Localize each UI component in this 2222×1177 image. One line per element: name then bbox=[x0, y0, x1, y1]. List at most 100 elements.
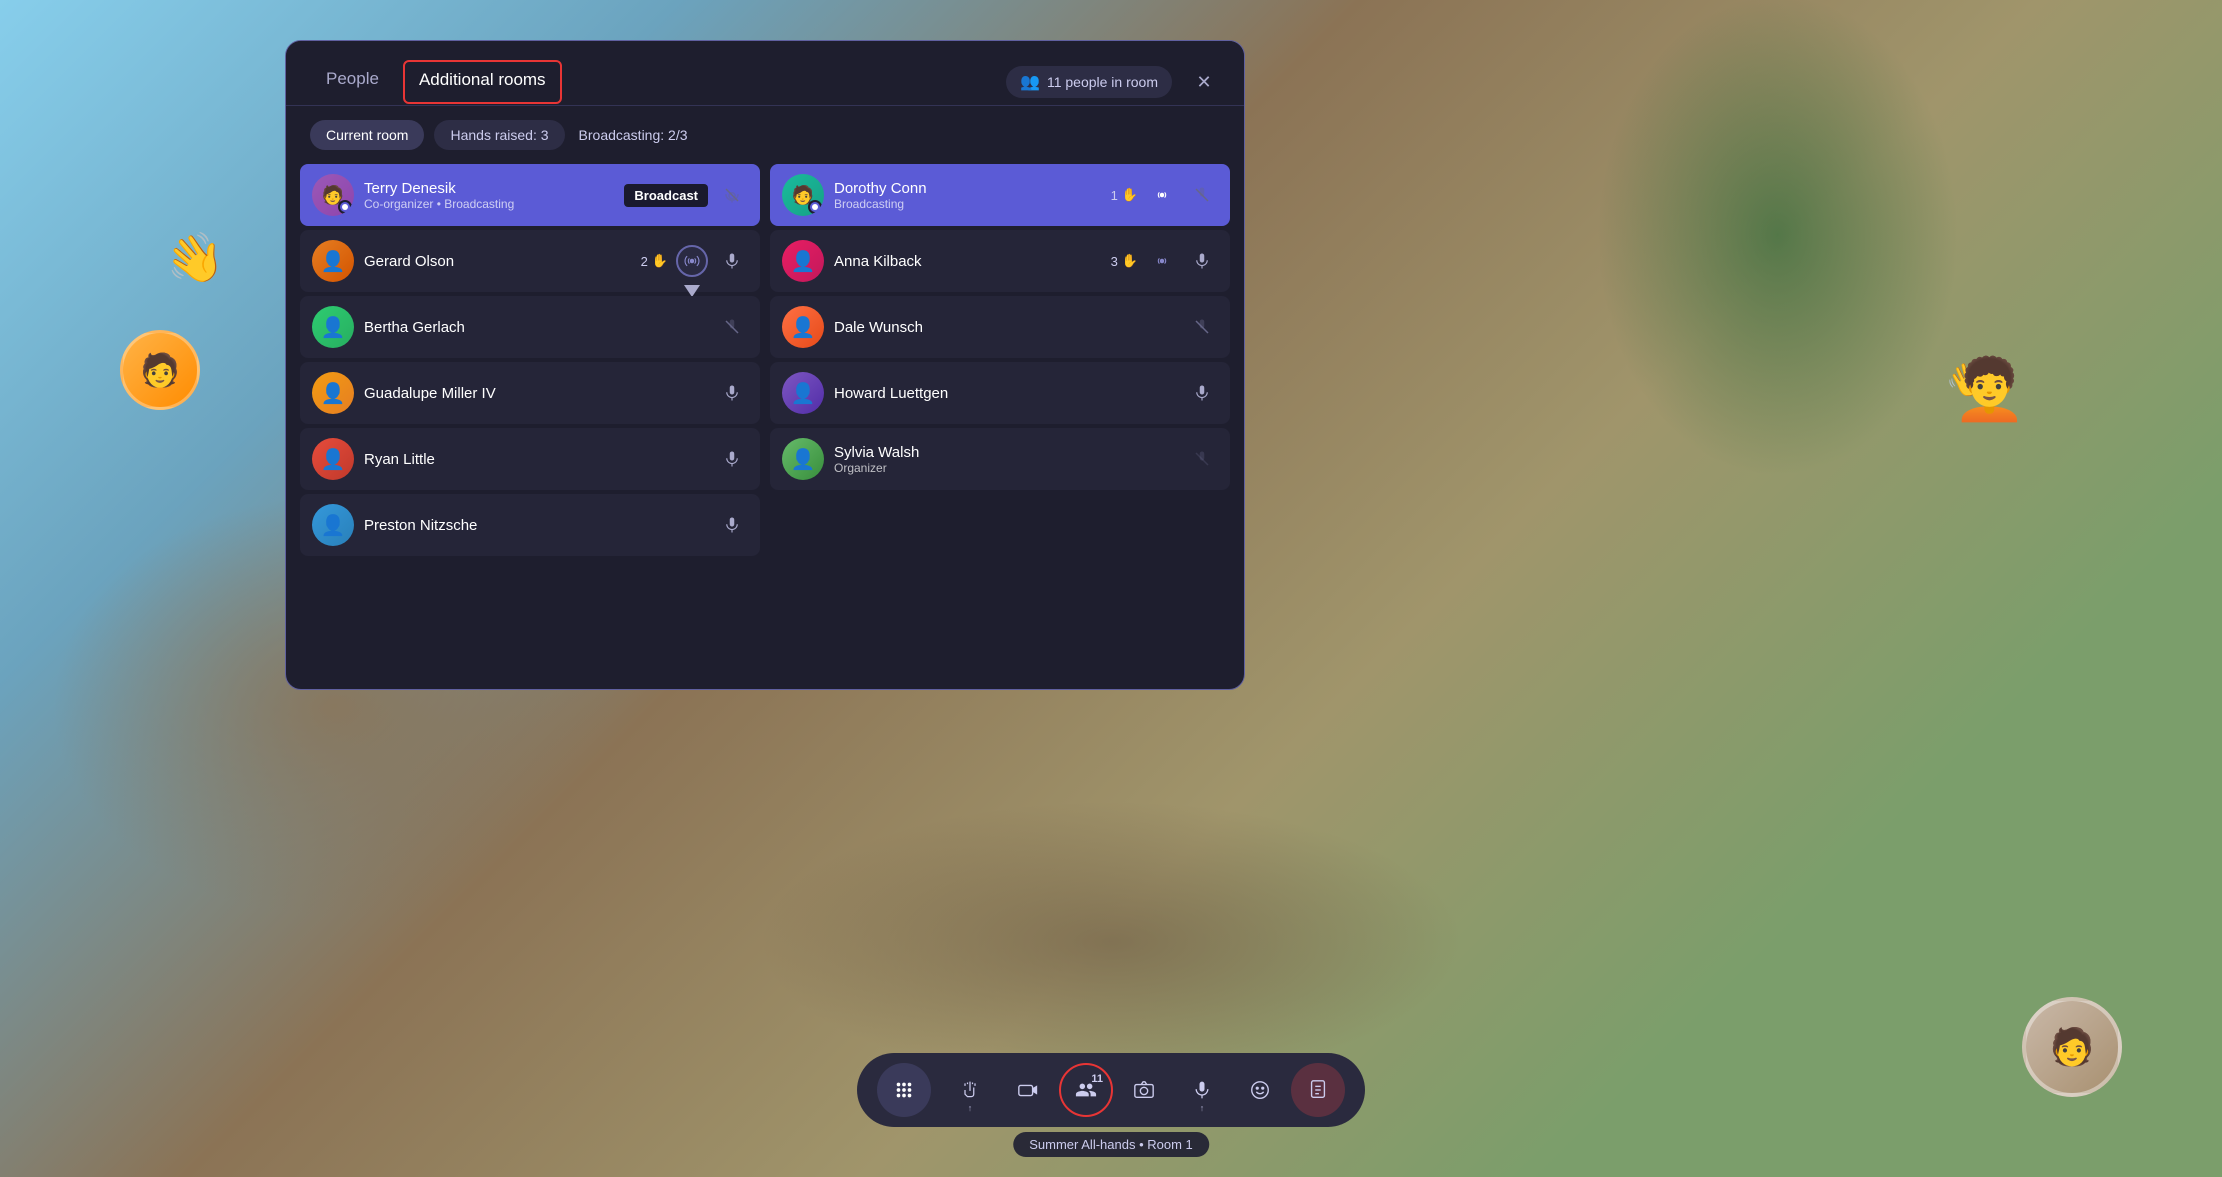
people-button[interactable]: 11 bbox=[1059, 1063, 1113, 1117]
mic-button-howard[interactable] bbox=[1186, 377, 1218, 409]
filter-broadcasting[interactable]: Broadcasting: 2/3 bbox=[575, 120, 692, 150]
mic-button-dale[interactable] bbox=[1186, 311, 1218, 343]
tabs-row: People Additional rooms 👥 11 people in r… bbox=[286, 41, 1244, 106]
camera-button[interactable] bbox=[1001, 1063, 1055, 1117]
avatar-right-figure: 🧑‍🦱 bbox=[1952, 360, 2027, 420]
tab-additional-rooms[interactable]: Additional rooms bbox=[403, 60, 562, 104]
share-button[interactable] bbox=[1291, 1063, 1345, 1117]
mic-button[interactable]: ↑ bbox=[1175, 1063, 1229, 1117]
person-row-ryan-little[interactable]: 👤 Ryan Little bbox=[300, 428, 760, 490]
mic-button-guadalupe[interactable] bbox=[716, 377, 748, 409]
person-row-dorothy-conn[interactable]: 🧑 Dorothy Conn Broadcasting 1 ✋ bbox=[770, 164, 1230, 226]
person-row-anna-kilback[interactable]: 👤 Anna Kilback 3 ✋ bbox=[770, 230, 1230, 292]
person-row-howard-luettgen[interactable]: 👤 Howard Luettgen bbox=[770, 362, 1230, 424]
broadcast-dot-dorothy bbox=[808, 200, 822, 214]
person-info-bertha: Bertha Gerlach bbox=[364, 319, 706, 336]
mic-button-anna[interactable] bbox=[1186, 245, 1218, 277]
person-role-terry: Co-organizer • Broadcasting bbox=[364, 197, 614, 211]
avatar-dorothy-conn: 🧑 bbox=[782, 174, 824, 216]
mic-button-terry[interactable] bbox=[716, 179, 748, 211]
filter-current-room-label: Current room bbox=[326, 127, 408, 143]
mic-button-sylvia[interactable] bbox=[1186, 443, 1218, 475]
person-actions-terry: Broadcast bbox=[624, 179, 748, 211]
person-actions-guadalupe bbox=[716, 377, 748, 409]
people-count-badge: 👥 11 people in room bbox=[1006, 66, 1172, 98]
person-actions-sylvia bbox=[1186, 443, 1218, 475]
person-name-preston: Preston Nitzsche bbox=[364, 517, 706, 534]
raise-hand-button[interactable]: ↑ bbox=[943, 1063, 997, 1117]
hand-count-value-anna: 3 bbox=[1111, 254, 1118, 269]
waving-hand-left: 👋 bbox=[161, 225, 230, 292]
avatar-left-figure: 🧑 bbox=[120, 330, 200, 410]
filter-row: Current room Hands raised: 3 Broadcastin… bbox=[286, 106, 1244, 164]
mic-button-preston[interactable] bbox=[716, 509, 748, 541]
hand-count-value-dorothy: 1 bbox=[1111, 188, 1118, 203]
person-row-sylvia-walsh[interactable]: 👤 Sylvia Walsh Organizer bbox=[770, 428, 1230, 490]
tab-additional-rooms-label: Additional rooms bbox=[419, 70, 546, 89]
close-button[interactable]: ✕ bbox=[1188, 66, 1220, 98]
filter-hands-raised[interactable]: Hands raised: 3 bbox=[434, 120, 564, 150]
person-info-howard: Howard Luettgen bbox=[834, 385, 1176, 402]
person-row-preston-nitzsche[interactable]: 👤 Preston Nitzsche bbox=[300, 494, 760, 556]
hand-count-anna: 3 ✋ bbox=[1111, 253, 1138, 269]
emoji-button[interactable] bbox=[1233, 1063, 1287, 1117]
avatar-preston-nitzsche: 👤 bbox=[312, 504, 354, 546]
person-role-dorothy: Broadcasting bbox=[834, 197, 1101, 211]
person-name-bertha: Bertha Gerlach bbox=[364, 319, 706, 336]
avatar-gerard-olson: 👤 bbox=[312, 240, 354, 282]
mic-button-ryan[interactable] bbox=[716, 443, 748, 475]
broadcast-icon-gerard[interactable] bbox=[676, 245, 708, 277]
person-actions-dorothy: 1 ✋ bbox=[1111, 179, 1218, 211]
person-info-gerard: Gerard Olson bbox=[364, 253, 631, 270]
filter-current-room[interactable]: Current room bbox=[310, 120, 424, 150]
person-actions-gerard: 2 ✋ bbox=[641, 245, 748, 277]
people-count-text: 11 people in room bbox=[1047, 74, 1158, 90]
person-row-dale-wunsch[interactable]: 👤 Dale Wunsch bbox=[770, 296, 1230, 358]
person-name-howard: Howard Luettgen bbox=[834, 385, 1176, 402]
person-name-sylvia: Sylvia Walsh bbox=[834, 444, 1176, 461]
person-info-ryan: Ryan Little bbox=[364, 451, 706, 468]
person-row-gerard-olson[interactable]: 👤 Gerard Olson 2 ✋ bbox=[300, 230, 760, 292]
mic-button-bertha[interactable] bbox=[716, 311, 748, 343]
person-actions-howard bbox=[1186, 377, 1218, 409]
hand-icon-gerard: ✋ bbox=[652, 253, 668, 269]
mic-button-dorothy[interactable] bbox=[1186, 179, 1218, 211]
person-actions-ryan bbox=[716, 443, 748, 475]
person-info-anna: Anna Kilback bbox=[834, 253, 1101, 270]
person-actions-bertha bbox=[716, 311, 748, 343]
avatar-bottom-right: 🧑 bbox=[2022, 997, 2122, 1097]
hand-count-value-gerard: 2 bbox=[641, 254, 648, 269]
person-role-sylvia: Organizer bbox=[834, 461, 1176, 475]
hand-count-dorothy: 1 ✋ bbox=[1111, 187, 1138, 203]
person-name-guadalupe: Guadalupe Miller IV bbox=[364, 385, 706, 402]
broadcast-icon-dorothy[interactable] bbox=[1146, 179, 1178, 211]
person-actions-preston bbox=[716, 509, 748, 541]
avatar-terry-denesik: 🧑 bbox=[312, 174, 354, 216]
mic-button-gerard[interactable] bbox=[716, 245, 748, 277]
toolbar: ↑ 11 ↑ bbox=[857, 1053, 1365, 1127]
person-row-bertha-gerlach[interactable]: 👤 Bertha Gerlach bbox=[300, 296, 760, 358]
hand-icon-anna: ✋ bbox=[1122, 253, 1138, 269]
person-name-ryan: Ryan Little bbox=[364, 451, 706, 468]
main-panel: People Additional rooms 👥 11 people in r… bbox=[285, 40, 1245, 690]
person-info-guadalupe: Guadalupe Miller IV bbox=[364, 385, 706, 402]
person-name-dorothy: Dorothy Conn bbox=[834, 180, 1101, 197]
apps-grid-button[interactable] bbox=[877, 1063, 931, 1117]
filter-hands-raised-label: Hands raised: 3 bbox=[450, 127, 548, 143]
broadcast-dot bbox=[338, 200, 352, 214]
person-info-preston: Preston Nitzsche bbox=[364, 517, 706, 534]
person-row-terry-denesik[interactable]: 🧑 Terry Denesik Co-organizer • Broadcast… bbox=[300, 164, 760, 226]
person-info-dale: Dale Wunsch bbox=[834, 319, 1176, 336]
room-label-text: Summer All-hands • Room 1 bbox=[1029, 1137, 1193, 1152]
avatar-ryan-little: 👤 bbox=[312, 438, 354, 480]
avatar-bertha-gerlach: 👤 bbox=[312, 306, 354, 348]
broadcast-icon-anna[interactable] bbox=[1146, 245, 1178, 277]
person-actions-anna: 3 ✋ bbox=[1111, 245, 1218, 277]
person-name-terry: Terry Denesik bbox=[364, 180, 614, 197]
person-info-sylvia: Sylvia Walsh Organizer bbox=[834, 444, 1176, 475]
hand-count-gerard: 2 ✋ bbox=[641, 253, 668, 269]
tab-people[interactable]: People bbox=[310, 59, 395, 105]
person-name-gerard: Gerard Olson bbox=[364, 253, 631, 270]
person-row-guadalupe-miller[interactable]: 👤 Guadalupe Miller IV bbox=[300, 362, 760, 424]
photo-button[interactable] bbox=[1117, 1063, 1171, 1117]
